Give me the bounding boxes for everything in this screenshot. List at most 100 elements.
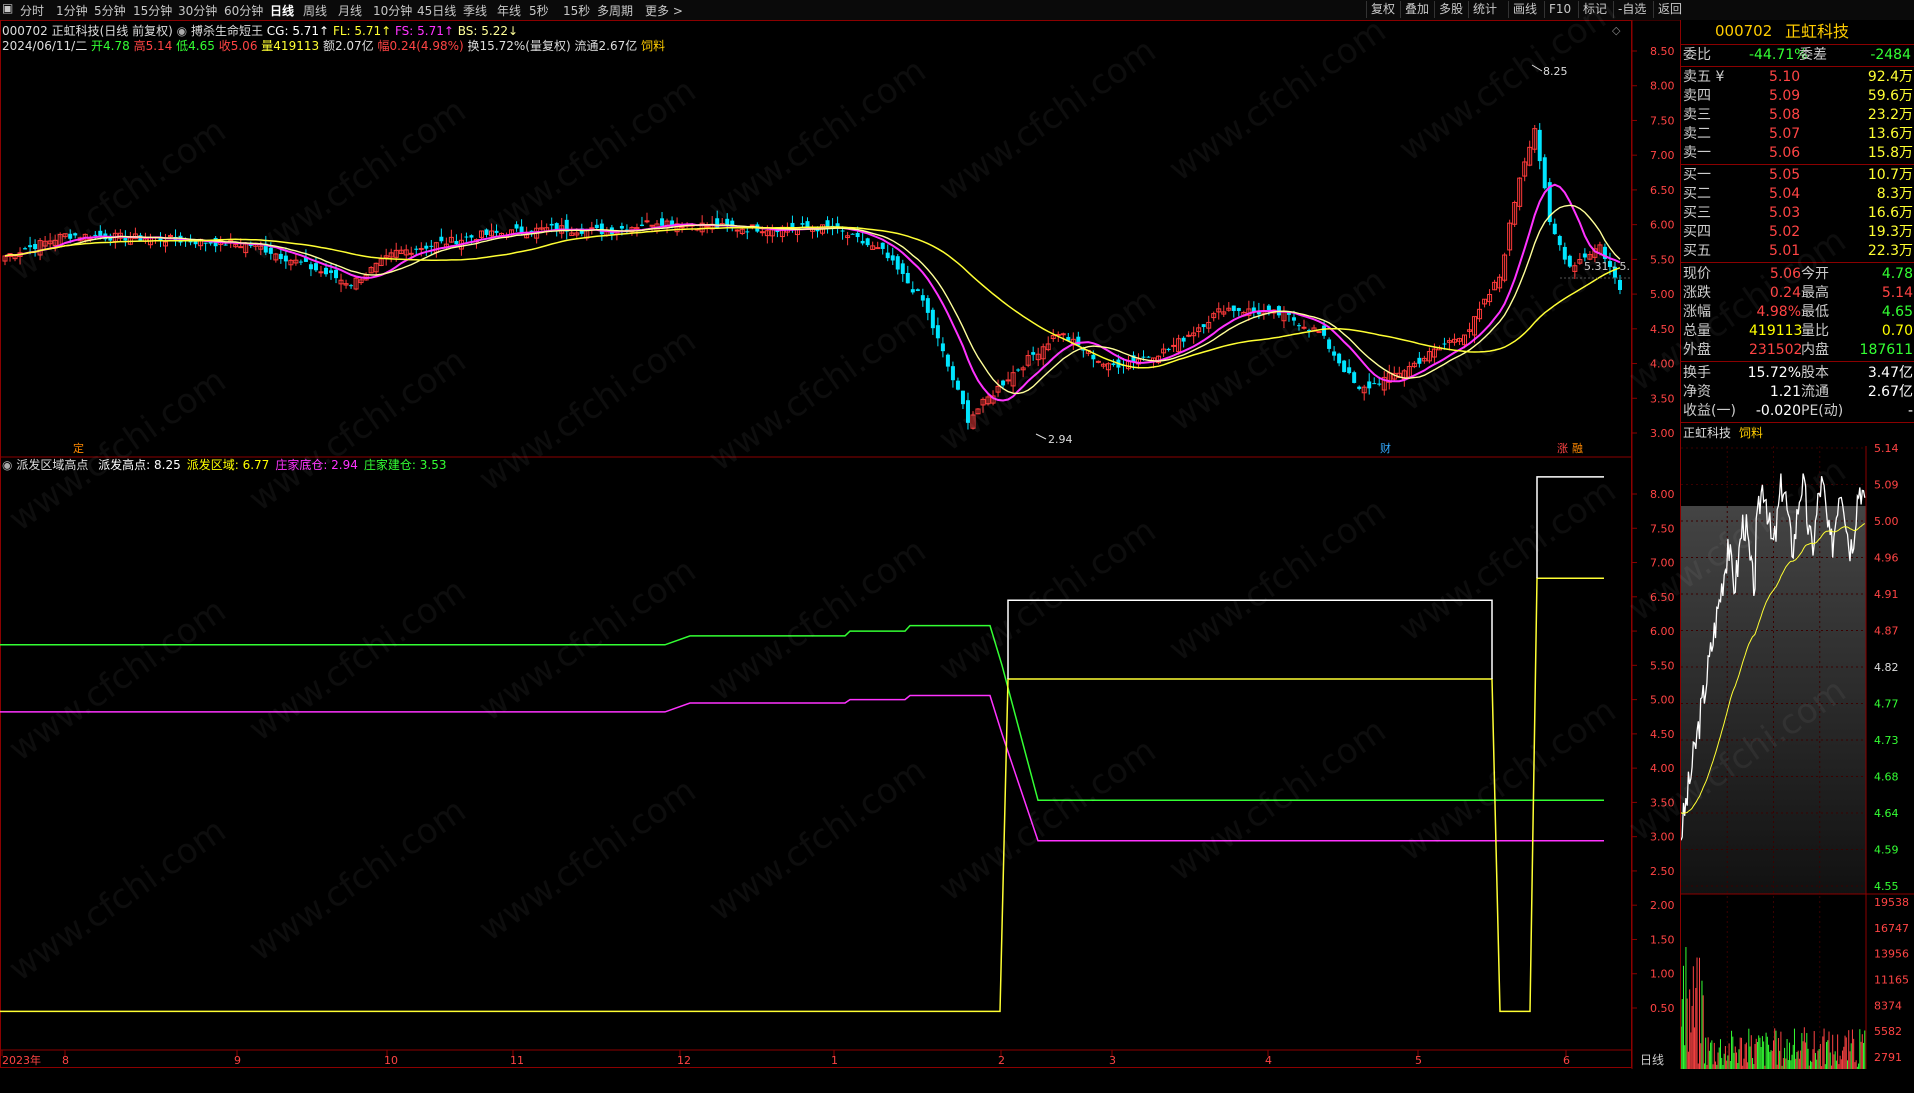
candle	[1231, 305, 1236, 311]
candle	[318, 271, 324, 274]
period-tab-6[interactable]: 日线	[270, 2, 294, 19]
buy-row-0[interactable]: 买一 5.05 10.7万	[1681, 166, 1914, 185]
candle	[890, 255, 895, 261]
candle	[414, 248, 419, 250]
candle	[875, 247, 881, 250]
toolbar-btn-1[interactable]: 叠加	[1400, 1, 1433, 18]
candle	[865, 238, 870, 246]
candle	[660, 218, 665, 226]
candle	[1372, 383, 1377, 385]
mini-vol-label: 8374	[1874, 999, 1902, 1012]
period-tab-10[interactable]: 45日线	[417, 2, 456, 19]
period-toolbar: 分时 1分钟 5分钟 15分钟 30分钟 60分钟 日线 周线 月线 10分钟 45日线 季线 年线 5秒…	[0, 0, 1914, 21]
period-tab-7[interactable]: 周线	[303, 2, 327, 19]
period-tab-16[interactable]: 更多 >	[645, 2, 683, 19]
candle	[1236, 308, 1241, 312]
candle	[268, 247, 273, 254]
mini-y-label: 4.64	[1874, 807, 1899, 820]
period-tab-5[interactable]: 60分钟	[224, 2, 263, 19]
period-tab-9[interactable]: 10分钟	[373, 2, 412, 19]
y-label: 5.50	[1650, 253, 1675, 266]
candle	[1005, 379, 1011, 382]
y-label-ind: 0.50	[1650, 1002, 1675, 1015]
buy-row-2[interactable]: 买三 5.03 16.6万	[1681, 204, 1914, 223]
mini-y-label: 4.73	[1874, 734, 1899, 747]
candle	[840, 230, 845, 232]
price-mark: 5.31 - 5.	[1584, 260, 1630, 273]
intraday-mini-chart[interactable]: 正虹科技 饲料 5.14 5.09 5.00 4.96 4.91 4.87 4.82 4.77 4.…	[1680, 424, 1914, 1093]
stat-row-4: 外盘 231502 内盘 187611	[1683, 342, 1913, 358]
candle	[298, 261, 303, 263]
sell-row-4[interactable]: 卖一 5.06 15.8万	[1681, 144, 1914, 163]
y-label-ind: 6.00	[1650, 625, 1675, 638]
candle	[1357, 386, 1362, 389]
candle	[223, 244, 228, 246]
period-tab-12[interactable]: 年线	[497, 2, 521, 19]
candle	[960, 390, 965, 405]
candle	[940, 343, 945, 352]
toolbar-btn-3[interactable]: 统计	[1468, 1, 1501, 18]
toolbar-btn-0[interactable]: 复权	[1366, 1, 1399, 18]
x-label-0: 2023年	[2, 1053, 41, 1067]
period-tab-11[interactable]: 季线	[463, 2, 487, 19]
candle	[955, 380, 960, 390]
diamond-icon[interactable]: ◇	[1612, 24, 1621, 37]
sell-row-1[interactable]: 卖四 5.09 59.6万	[1681, 87, 1914, 106]
event-marker-3[interactable]: 融	[1572, 442, 1583, 455]
y-label: 3.50	[1650, 392, 1675, 405]
period-tab-8[interactable]: 月线	[338, 2, 362, 19]
toolbar-btn-5[interactable]: F10	[1544, 1, 1575, 18]
candle	[33, 244, 38, 249]
period-tab-0[interactable]: 分时	[20, 2, 44, 19]
period-tab-4[interactable]: 30分钟	[178, 2, 217, 19]
y-label-ind: 1.50	[1650, 933, 1675, 946]
candle	[589, 227, 595, 230]
candle	[1332, 351, 1337, 356]
sell-volume: 13.6万	[1867, 126, 1913, 142]
sell-row-3[interactable]: 卖二 5.07 13.6万	[1681, 125, 1914, 144]
event-marker-2[interactable]: 涨	[1557, 442, 1568, 455]
candle	[880, 242, 885, 249]
buy-volume: 22.3万	[1867, 243, 1913, 259]
candle	[313, 263, 318, 271]
y-label-ind: 2.50	[1650, 865, 1675, 878]
period-tab-1[interactable]: 1分钟	[56, 2, 88, 19]
toolbar-btn-6[interactable]: 标记	[1578, 1, 1611, 18]
buy-row-3[interactable]: 买四 5.02 19.3万	[1681, 223, 1914, 242]
sell-row-0[interactable]: 卖五 ¥5.10 92.4万	[1681, 68, 1914, 87]
period-tab-15[interactable]: 多周期	[597, 2, 633, 19]
candle	[1060, 333, 1066, 336]
toolbar-btn-2[interactable]: 多股	[1434, 1, 1467, 18]
toolbar-toggle-icon[interactable]: ▣	[2, 1, 13, 15]
kline-chart[interactable]: 8.50 8.00 7.50 7.00 6.50 6.00 5.50 5.00 4.50 4.00…	[0, 20, 1680, 1069]
candle	[23, 248, 28, 250]
buy-price: 5.05	[1769, 167, 1801, 183]
buy-volume: 19.3万	[1867, 224, 1913, 240]
sell-row-2[interactable]: 卖三 5.08 23.2万	[1681, 106, 1914, 125]
candle	[1442, 343, 1447, 345]
candle	[1296, 325, 1301, 327]
candle	[599, 223, 604, 235]
mini-y-label: 4.77	[1874, 698, 1899, 711]
buy-row-1[interactable]: 买二 5.04 8.3万	[1681, 185, 1914, 204]
candle	[715, 218, 720, 229]
y-label-ind: 1.00	[1650, 968, 1675, 981]
candle	[649, 224, 655, 227]
period-tab-14[interactable]: 15秒	[563, 2, 590, 19]
candle	[594, 224, 599, 229]
x-label-9: 4	[1265, 1054, 1272, 1067]
period-tab-13[interactable]: 5秒	[529, 2, 549, 19]
period-tab-3[interactable]: 15分钟	[133, 2, 172, 19]
buy-price: 5.04	[1769, 186, 1801, 202]
toolbar-btn-7[interactable]: -自选	[1613, 1, 1650, 18]
period-tab-2[interactable]: 5分钟	[94, 2, 126, 19]
buy-row-4[interactable]: 买五 5.01 22.3万	[1681, 242, 1914, 261]
event-marker-1[interactable]: 财	[1380, 441, 1391, 455]
event-marker-0[interactable]: 定	[73, 441, 84, 455]
toolbar-btn-8[interactable]: 返回	[1653, 1, 1686, 18]
candle	[639, 224, 644, 226]
period-label: 日线	[1640, 1053, 1664, 1067]
candle	[1567, 255, 1572, 267]
mini-y-label: 4.91	[1874, 588, 1899, 601]
toolbar-btn-4[interactable]: 画线	[1508, 1, 1541, 18]
